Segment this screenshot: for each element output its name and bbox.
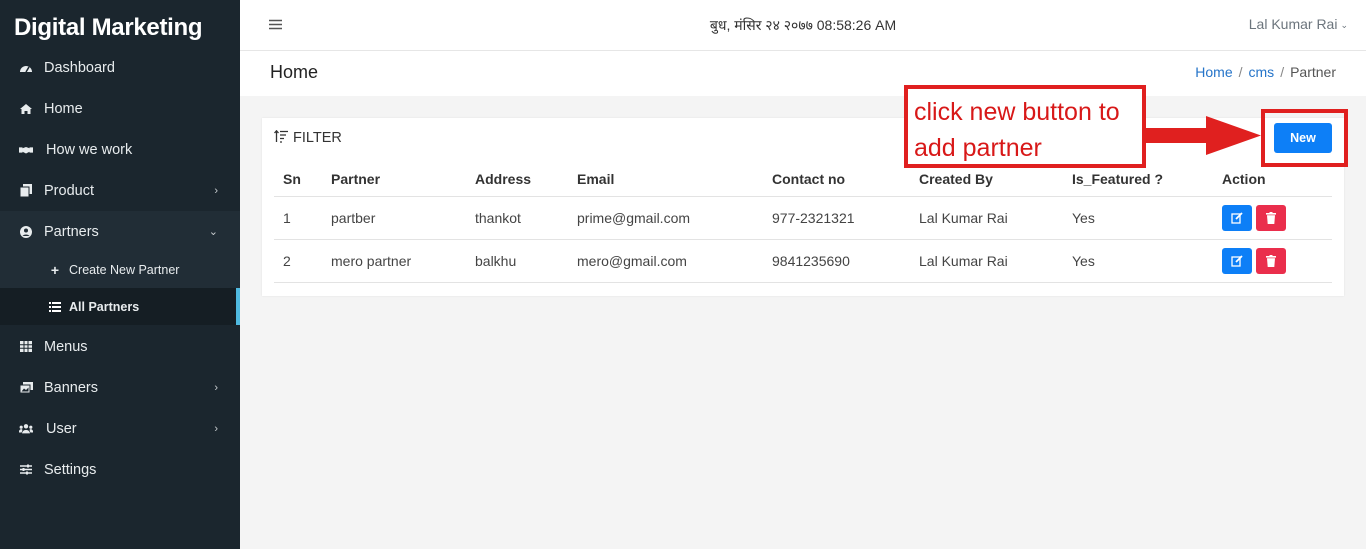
sidebar-item-label: Settings <box>44 461 97 478</box>
user-circle-icon <box>19 225 33 239</box>
cell-featured: Yes <box>1063 196 1213 240</box>
delete-button[interactable] <box>1256 247 1286 274</box>
column-header-address[interactable]: Address <box>466 162 568 197</box>
column-header-email[interactable]: Email <box>568 162 763 197</box>
breadcrumb: Home / cms / Partner <box>1195 64 1336 80</box>
list-icon <box>49 301 61 312</box>
sidebar-item-settings[interactable]: Settings <box>0 449 240 490</box>
column-header-partner[interactable]: Partner <box>322 162 466 197</box>
sidebar-item-label: How we work <box>46 141 133 158</box>
trash-icon <box>1266 211 1276 224</box>
copy-icon <box>19 184 33 198</box>
sliders-icon <box>19 463 33 477</box>
cell-actions <box>1213 196 1332 240</box>
sidebar-item-banners[interactable]: Banners › <box>0 367 240 408</box>
table-header-row: Sn Partner Address Email Contact no Crea… <box>274 162 1332 197</box>
cell-address: balkhu <box>466 239 568 283</box>
datetime-display: बुध, मंसिर २४ २०७७ 08:58:26 AM <box>709 17 897 33</box>
chevron-right-icon: › <box>214 184 218 197</box>
sidebar: Digital Marketing Dashboard Home How we … <box>0 0 240 549</box>
caret-down-icon: ⌄ <box>1340 19 1348 30</box>
sidebar-item-user[interactable]: User › <box>0 408 240 449</box>
sidebar-subitem-create-new-partner[interactable]: + Create New Partner <box>0 251 240 288</box>
images-icon <box>19 381 33 395</box>
sidebar-item-label: Banners <box>44 379 99 396</box>
sidebar-item-label: User <box>46 420 77 437</box>
table-row: 2 mero partner balkhu mero@gmail.com 984… <box>274 239 1332 283</box>
page-title: Home <box>270 62 319 82</box>
sidebar-item-home[interactable]: Home <box>0 88 240 129</box>
sidebar-subitem-all-partners[interactable]: All Partners <box>0 288 240 325</box>
dashboard-icon <box>19 61 33 75</box>
sidebar-item-dashboard[interactable]: Dashboard <box>0 47 240 88</box>
column-header-sn[interactable]: Sn <box>274 162 322 197</box>
home-icon <box>19 102 33 116</box>
sidebar-item-label: Product <box>44 182 94 199</box>
breadcrumb-separator: / <box>1238 64 1243 80</box>
plus-icon: + <box>50 261 60 278</box>
sidebar-item-menus[interactable]: Menus <box>0 326 240 367</box>
topbar: बुध, मंसिर २४ २०७७ 08:58:26 AM Lal Kumar… <box>240 0 1366 51</box>
cell-partner: partber <box>322 196 466 240</box>
chevron-down-icon: ⌄ <box>208 226 218 238</box>
user-menu[interactable]: Lal Kumar Rai ⌄ <box>1249 16 1348 32</box>
cell-actions <box>1213 239 1332 283</box>
edit-button[interactable] <box>1222 204 1252 231</box>
cell-contact: 9841235690 <box>763 239 910 283</box>
sidebar-subitem-label: Create New Partner <box>69 262 180 277</box>
partners-table: Sn Partner Address Email Contact no Crea… <box>274 162 1332 283</box>
sidebar-item-how-we-work[interactable]: How we work <box>0 129 240 170</box>
sidebar-item-label: Partners <box>44 223 99 240</box>
cell-featured: Yes <box>1063 239 1213 283</box>
table-row: 1 partber thankot prime@gmail.com 977-23… <box>274 196 1332 240</box>
column-header-contact[interactable]: Contact no <box>763 162 910 197</box>
grid-icon <box>19 340 33 354</box>
page-header: Home Home / cms / Partner <box>240 51 1366 96</box>
cell-email: prime@gmail.com <box>568 196 763 240</box>
filter-label: FILTER <box>293 130 342 146</box>
cell-created-by: Lal Kumar Rai <box>910 239 1063 283</box>
annotation-callout: click new button to add partner <box>904 85 1146 168</box>
sort-filter-icon <box>274 129 289 146</box>
cell-sn: 1 <box>274 196 322 240</box>
sidebar-item-label: Menus <box>44 338 88 355</box>
handshake-icon <box>19 143 33 157</box>
annotation-arrow-icon <box>1144 116 1261 155</box>
cell-sn: 2 <box>274 239 322 283</box>
breadcrumb-current: Partner <box>1290 64 1336 80</box>
edit-button[interactable] <box>1222 247 1252 274</box>
trash-icon <box>1266 254 1276 267</box>
cell-email: mero@gmail.com <box>568 239 763 283</box>
column-header-action: Action <box>1213 162 1332 197</box>
breadcrumb-cms-link[interactable]: cms <box>1249 64 1275 80</box>
edit-icon <box>1231 254 1243 267</box>
sidebar-subitem-label: All Partners <box>69 299 140 314</box>
filter-toggle[interactable]: FILTER <box>274 129 342 146</box>
users-icon <box>19 422 33 436</box>
delete-button[interactable] <box>1256 204 1286 231</box>
sidebar-item-product[interactable]: Product › <box>0 170 240 211</box>
annotation-text-line: click new button to <box>914 98 1120 126</box>
cell-address: thankot <box>466 196 568 240</box>
sidebar-item-label: Home <box>44 100 83 117</box>
chevron-right-icon: › <box>214 422 218 435</box>
chevron-right-icon: › <box>214 381 218 394</box>
cell-partner: mero partner <box>322 239 466 283</box>
breadcrumb-home-link[interactable]: Home <box>1195 64 1232 80</box>
cell-contact: 977-2321321 <box>763 196 910 240</box>
user-name: Lal Kumar Rai <box>1248 16 1338 32</box>
cell-created-by: Lal Kumar Rai <box>910 196 1063 240</box>
edit-icon <box>1231 211 1243 224</box>
breadcrumb-separator: / <box>1280 64 1285 80</box>
annotation-text-line: add partner <box>914 134 1042 162</box>
annotation-highlight-box <box>1261 109 1348 167</box>
sidebar-item-label: Dashboard <box>44 59 115 76</box>
sidebar-item-partners[interactable]: Partners ⌄ <box>0 211 240 252</box>
